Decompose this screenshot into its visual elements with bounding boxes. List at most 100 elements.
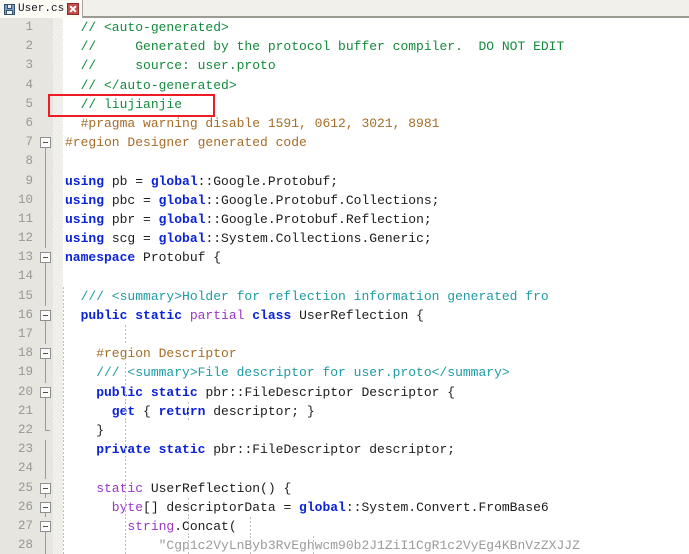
code-line[interactable]: 28 "Cgp1c2VyLnByb3RvEghwcm90b2J1ZiI1CgR1…	[0, 536, 689, 554]
code-text[interactable]: public static pbr::FileDescriptor Descri…	[62, 382, 689, 402]
fold-margin[interactable]	[38, 536, 53, 554]
collapse-minus-icon[interactable]	[40, 252, 51, 264]
selection-margin[interactable]	[53, 56, 63, 76]
fold-margin[interactable]	[38, 344, 53, 364]
fold-margin[interactable]	[38, 248, 53, 268]
fold-margin[interactable]	[38, 497, 53, 517]
fold-margin[interactable]	[38, 286, 53, 306]
code-line[interactable]: 25 static UserReflection() {	[0, 478, 689, 498]
code-line[interactable]: 1 // <auto-generated>	[0, 18, 689, 38]
code-line[interactable]: 27 string.Concat(	[0, 516, 689, 537]
code-text[interactable]: }	[62, 420, 689, 441]
code-text[interactable]: #pragma warning disable 1591, 0612, 3021…	[63, 114, 689, 133]
collapse-minus-icon[interactable]	[40, 348, 51, 360]
fold-margin[interactable]	[38, 382, 53, 402]
fold-margin[interactable]	[38, 190, 53, 210]
code-text[interactable]: using pb = global::Google.Protobuf;	[63, 172, 689, 191]
code-line[interactable]: 21 get { return descriptor; }	[0, 401, 689, 421]
selection-margin[interactable]	[53, 248, 63, 268]
selection-margin[interactable]	[53, 363, 63, 383]
fold-margin[interactable]	[38, 325, 53, 345]
code-line[interactable]: 4 // </auto-generated>	[0, 75, 689, 95]
code-line[interactable]: 10 using pbc = global::Google.Protobuf.Co…	[0, 190, 689, 210]
code-text[interactable]: #region Descriptor	[62, 344, 689, 364]
selection-margin[interactable]	[53, 325, 63, 345]
code-text[interactable]: string.Concat(	[62, 516, 689, 537]
code-line[interactable]: 6 #pragma warning disable 1591, 0612, 30…	[0, 113, 689, 134]
selection-margin[interactable]	[53, 536, 63, 554]
selection-margin[interactable]	[53, 94, 63, 114]
code-text[interactable]	[62, 325, 689, 345]
code-text[interactable]: #region Designer generated code	[63, 133, 689, 152]
fold-margin[interactable]	[38, 75, 53, 95]
selection-margin[interactable]	[53, 209, 63, 230]
code-text[interactable]: using pbc = global::Google.Protobuf.Coll…	[63, 191, 689, 210]
code-text[interactable]: // source: user.proto	[63, 56, 689, 75]
code-line[interactable]: 11 using pbr = global::Google.Protobuf.Re…	[0, 209, 689, 230]
code-line[interactable]: 3 // source: user.proto	[0, 56, 689, 76]
code-line[interactable]: 19 /// <summary>File descriptor for user…	[0, 363, 689, 383]
fold-margin[interactable]	[38, 209, 53, 230]
code-line[interactable]: 12 using scg = global::System.Collections…	[0, 229, 689, 249]
code-line[interactable]: 14	[0, 267, 689, 287]
selection-margin[interactable]	[53, 18, 63, 38]
fold-margin[interactable]	[38, 516, 53, 537]
code-line[interactable]: 15 /// <summary>Holder for reflection in…	[0, 286, 689, 306]
selection-margin[interactable]	[53, 113, 63, 134]
selection-margin[interactable]	[53, 75, 63, 95]
fold-margin[interactable]	[38, 56, 53, 76]
code-text[interactable]: static UserReflection() {	[62, 478, 689, 498]
code-line[interactable]: 23 private static pbr::FileDescriptor de…	[0, 440, 689, 460]
code-text[interactable]: namespace Protobuf {	[63, 248, 689, 267]
fold-margin[interactable]	[38, 113, 53, 134]
fold-margin[interactable]	[38, 459, 53, 479]
code-line[interactable]: 5 // liujianjie	[0, 94, 689, 114]
fold-margin[interactable]	[38, 18, 53, 38]
code-text[interactable]: "Cgp1c2VyLnByb3RvEghwcm90b2J1ZiI1CgR1c2V…	[62, 536, 689, 554]
fold-margin[interactable]	[38, 478, 53, 498]
selection-margin[interactable]	[53, 286, 63, 306]
code-line[interactable]: 18 #region Descriptor	[0, 344, 689, 364]
selection-margin[interactable]	[53, 344, 63, 364]
fold-margin[interactable]	[38, 305, 53, 325]
selection-margin[interactable]	[53, 267, 63, 287]
code-text[interactable]: // <auto-generated>	[63, 18, 689, 37]
code-line[interactable]: 7 #region Designer generated code	[0, 133, 689, 153]
selection-margin[interactable]	[53, 152, 63, 172]
fold-margin[interactable]	[38, 133, 53, 153]
code-text[interactable]: // </auto-generated>	[63, 76, 689, 95]
code-text[interactable]: /// <summary>Holder for reflection infor…	[62, 286, 689, 306]
selection-margin[interactable]	[53, 497, 63, 517]
code-text[interactable]: public static partial class UserReflecti…	[62, 305, 689, 325]
code-text[interactable]: // liujianjie	[63, 95, 689, 114]
editor-surface[interactable]: 1 // <auto-generated> 2 // Generated by t…	[0, 18, 689, 554]
code-text[interactable]	[63, 152, 689, 171]
collapse-minus-icon[interactable]	[40, 309, 51, 321]
code-line[interactable]: 16 public static partial class UserRefle…	[0, 305, 689, 325]
fold-margin[interactable]	[38, 420, 53, 441]
fold-margin[interactable]	[38, 363, 53, 383]
code-line[interactable]: 9 using pb = global::Google.Protobuf;	[0, 171, 689, 191]
code-line[interactable]: 2 // Generated by the protocol buffer co…	[0, 37, 689, 57]
fold-margin[interactable]	[38, 440, 53, 460]
fold-margin[interactable]	[38, 229, 53, 249]
collapse-minus-icon[interactable]	[40, 482, 51, 494]
code-line[interactable]: 17	[0, 325, 689, 345]
code-line[interactable]: 24	[0, 459, 689, 479]
close-icon[interactable]	[67, 3, 80, 15]
code-line[interactable]: 13 namespace Protobuf {	[0, 248, 689, 268]
code-text[interactable]	[63, 267, 689, 286]
code-text[interactable]	[62, 459, 689, 479]
code-text[interactable]: get { return descriptor; }	[62, 401, 689, 421]
code-line[interactable]: 26 byte[] descriptorData = global::Syste…	[0, 497, 689, 517]
selection-margin[interactable]	[53, 229, 63, 249]
selection-margin[interactable]	[53, 401, 63, 421]
code-text[interactable]: using scg = global::System.Collections.G…	[63, 229, 689, 248]
fold-margin[interactable]	[38, 171, 53, 191]
fold-margin[interactable]	[38, 267, 53, 287]
selection-margin[interactable]	[53, 133, 63, 153]
selection-margin[interactable]	[53, 37, 63, 57]
selection-margin[interactable]	[53, 382, 63, 402]
selection-margin[interactable]	[53, 459, 63, 479]
collapse-minus-icon[interactable]	[40, 386, 51, 398]
